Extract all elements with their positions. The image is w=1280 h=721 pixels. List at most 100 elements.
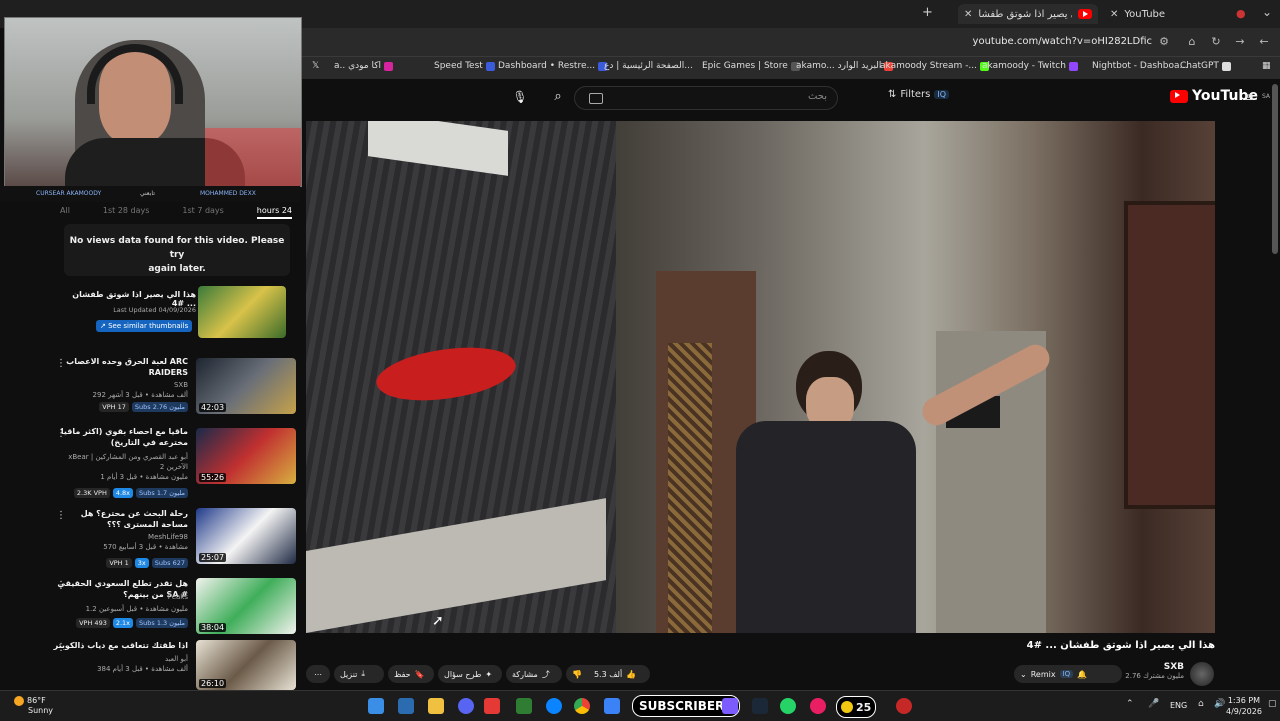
youtube-logo[interactable]: YouTube SA [1170,88,1270,104]
video-item-thumbnail[interactable]: 26:10 [196,640,296,690]
mic-tray-icon[interactable]: 🎤 [1148,699,1159,709]
channel-avatar[interactable] [1190,662,1214,686]
list-item[interactable]: ⋮ لعبة الحرق وحده الاعصاب ARC RAIDERS SX… [52,356,296,418]
range-tab-active[interactable]: hours 24 [256,206,292,219]
search-icon[interactable]: ⌕ [546,86,570,108]
video-item-thumbnail[interactable]: 42:03 [196,358,296,414]
ask-button[interactable]: طرح سؤال ✦ [438,665,502,683]
tab-label: هذا الي يصير اذا شوتق طفشا [978,8,1072,20]
tab-strip-ytapp-icon[interactable]: ● [1236,7,1246,20]
current-video-thumbnail[interactable] [198,286,286,338]
range-tab[interactable]: All [60,206,70,219]
app-icon[interactable] [484,698,500,714]
tab-close-icon[interactable]: ✕ [964,9,972,20]
url-field[interactable]: youtube.com/watch?v=oHI282LDfic [973,36,1152,47]
youtube-play-icon [1170,89,1188,103]
reload-icon[interactable]: ↻ [1208,34,1224,50]
bookmark-item[interactable]: a.. اكا مودي [334,61,394,71]
bookmark-x-icon[interactable]: 𝕏 [312,61,319,71]
minecraft-icon[interactable] [516,698,532,714]
youtube-favicon-icon [1078,9,1092,19]
bookmark-item[interactable]: akamoody - Twitch [982,61,1078,71]
windows-start-icon[interactable] [368,698,384,714]
tray-chevron-icon[interactable]: ⌃ [1126,699,1134,709]
video-item-thumbnail[interactable]: 25:07 [196,508,296,564]
video-item-channel: أبو العبد [165,655,188,663]
tabs-overflow-icon[interactable]: ⌄ [1262,5,1272,19]
app-icon[interactable] [896,698,912,714]
steam-icon[interactable] [752,698,768,714]
bookmark-item[interactable]: Epic Games | Store [702,61,800,71]
bookmark-item[interactable]: الصفحة الرئيسية | دع... [604,61,693,71]
chatgpt-icon [1221,61,1231,71]
bookmark-item[interactable]: akamo... البريد الوارد [796,61,894,71]
like-dislike-button[interactable]: 👎 5.3 ألف 👍 [566,665,650,683]
bookmark-item[interactable]: ChatGPT [1180,61,1231,71]
share-icon: ⤴ [541,669,550,679]
app-icon[interactable] [604,698,620,714]
volume-icon[interactable]: 🔊 [1214,699,1225,709]
range-tab[interactable]: 1st 7 days [182,206,223,219]
menu-icon[interactable]: ≡ [1244,90,1254,104]
more-actions-button[interactable]: ⋯ [306,665,330,683]
range-tab[interactable]: 1st 28 days [103,206,150,219]
file-explorer-icon[interactable] [428,698,444,714]
input-language[interactable]: ENG [1170,701,1187,710]
tab-youtube[interactable]: ✕ YouTube [1104,4,1224,24]
bookmark-label: akamo... البريد الوارد [796,61,882,71]
whatsapp-icon[interactable] [780,698,796,714]
home-icon[interactable]: ⌂ [1184,34,1200,50]
list-item[interactable]: ⋮ هل تقدر تطلع السعودي الحقيقي من بينهم؟… [52,578,296,638]
task-view-icon[interactable] [398,698,414,714]
system-clock[interactable]: 1:36 PM 4/9/2026 [1226,695,1262,717]
voice-search-icon[interactable]: 🎙 [508,86,532,108]
weather-widget[interactable]: 86°F Sunny [14,696,53,716]
tab-close-icon[interactable]: ✕ [1110,9,1118,20]
notifications-icon[interactable]: ▢ [1268,699,1277,709]
search-input[interactable]: بحث [574,86,838,110]
chrome-icon[interactable] [574,698,590,714]
forward-icon[interactable]: → [1232,34,1248,50]
video-player[interactable]: ➚ [306,121,1215,633]
subs-badge: Subs 1.7 مليون [136,488,188,498]
video-item-thumbnail[interactable]: 38:04 [196,578,296,634]
filters-button[interactable]: ⇅ Filters IQ [888,89,950,100]
discord-icon[interactable] [458,698,474,714]
list-item[interactable]: ⋮ رحلة البحث عن محترع؟ هل مساحة المسترى … [52,508,296,572]
bookmark-item[interactable]: Speed Test [434,61,495,71]
app-icon[interactable] [722,698,738,714]
share-button[interactable]: مشاركة ⤴ [506,665,562,683]
download-button[interactable]: تنزيل ⤓ [334,665,384,683]
edge-icon[interactable] [546,698,562,714]
video-item-title: اذا طقتك تتعاقب مع دياب ذالكوبتر [53,641,188,650]
bookmark-item[interactable]: akamoody Stream -... [880,61,990,71]
bookmark-label: a.. اكا مودي [334,61,382,71]
see-similar-thumbnails-button[interactable]: ↗ See similar thumbnails [96,320,193,332]
bookmark-item[interactable]: Dashboard • Restre... [498,61,608,71]
back-icon[interactable]: ← [1256,34,1272,50]
video-item-channel: xBear | أبو عبد القصري ومن المشاركين الآ… [68,453,188,471]
tab-current-video[interactable]: ✕ هذا الي يصير اذا شوتق طفشا [958,4,1098,24]
duration-badge: 26:10 [199,679,227,688]
new-tab-button[interactable]: + [922,5,933,20]
multiplier-badge: 4.8x [112,488,134,498]
overlay-label: تابعني [140,190,155,197]
multiplier-badge: 3x [134,558,149,568]
app-icon[interactable] [810,698,826,714]
video-item-thumbnail[interactable]: 55:26 [196,428,296,484]
list-item[interactable]: ⋮ ماقيا مع احصاء بقوي (اكثر ماقيا مخترعه… [52,426,296,498]
weather-condition: Sunny [28,706,54,715]
apps-grid-icon[interactable]: ▦ [1262,61,1271,71]
save-button[interactable]: حفظ 🔖 [388,665,434,683]
bookmark-item[interactable]: Nightbot - Dashboa... [1092,61,1188,71]
dislike-icon[interactable]: 👎 [572,670,582,679]
bell-icon[interactable]: 🔔 [1077,670,1087,679]
like-icon[interactable]: 👍 [626,670,636,679]
download-label: تنزيل [340,669,358,679]
page-scrollbar[interactable] [1272,84,1278,254]
network-icon[interactable]: ⌂ [1198,699,1204,709]
share-label: مشاركة [512,669,538,679]
subscribe-remix-button[interactable]: ⌄ Remix IQ 🔔 [1014,665,1122,683]
site-settings-icon[interactable]: ⚙ [1156,34,1172,50]
keyboard-icon[interactable] [589,93,603,104]
